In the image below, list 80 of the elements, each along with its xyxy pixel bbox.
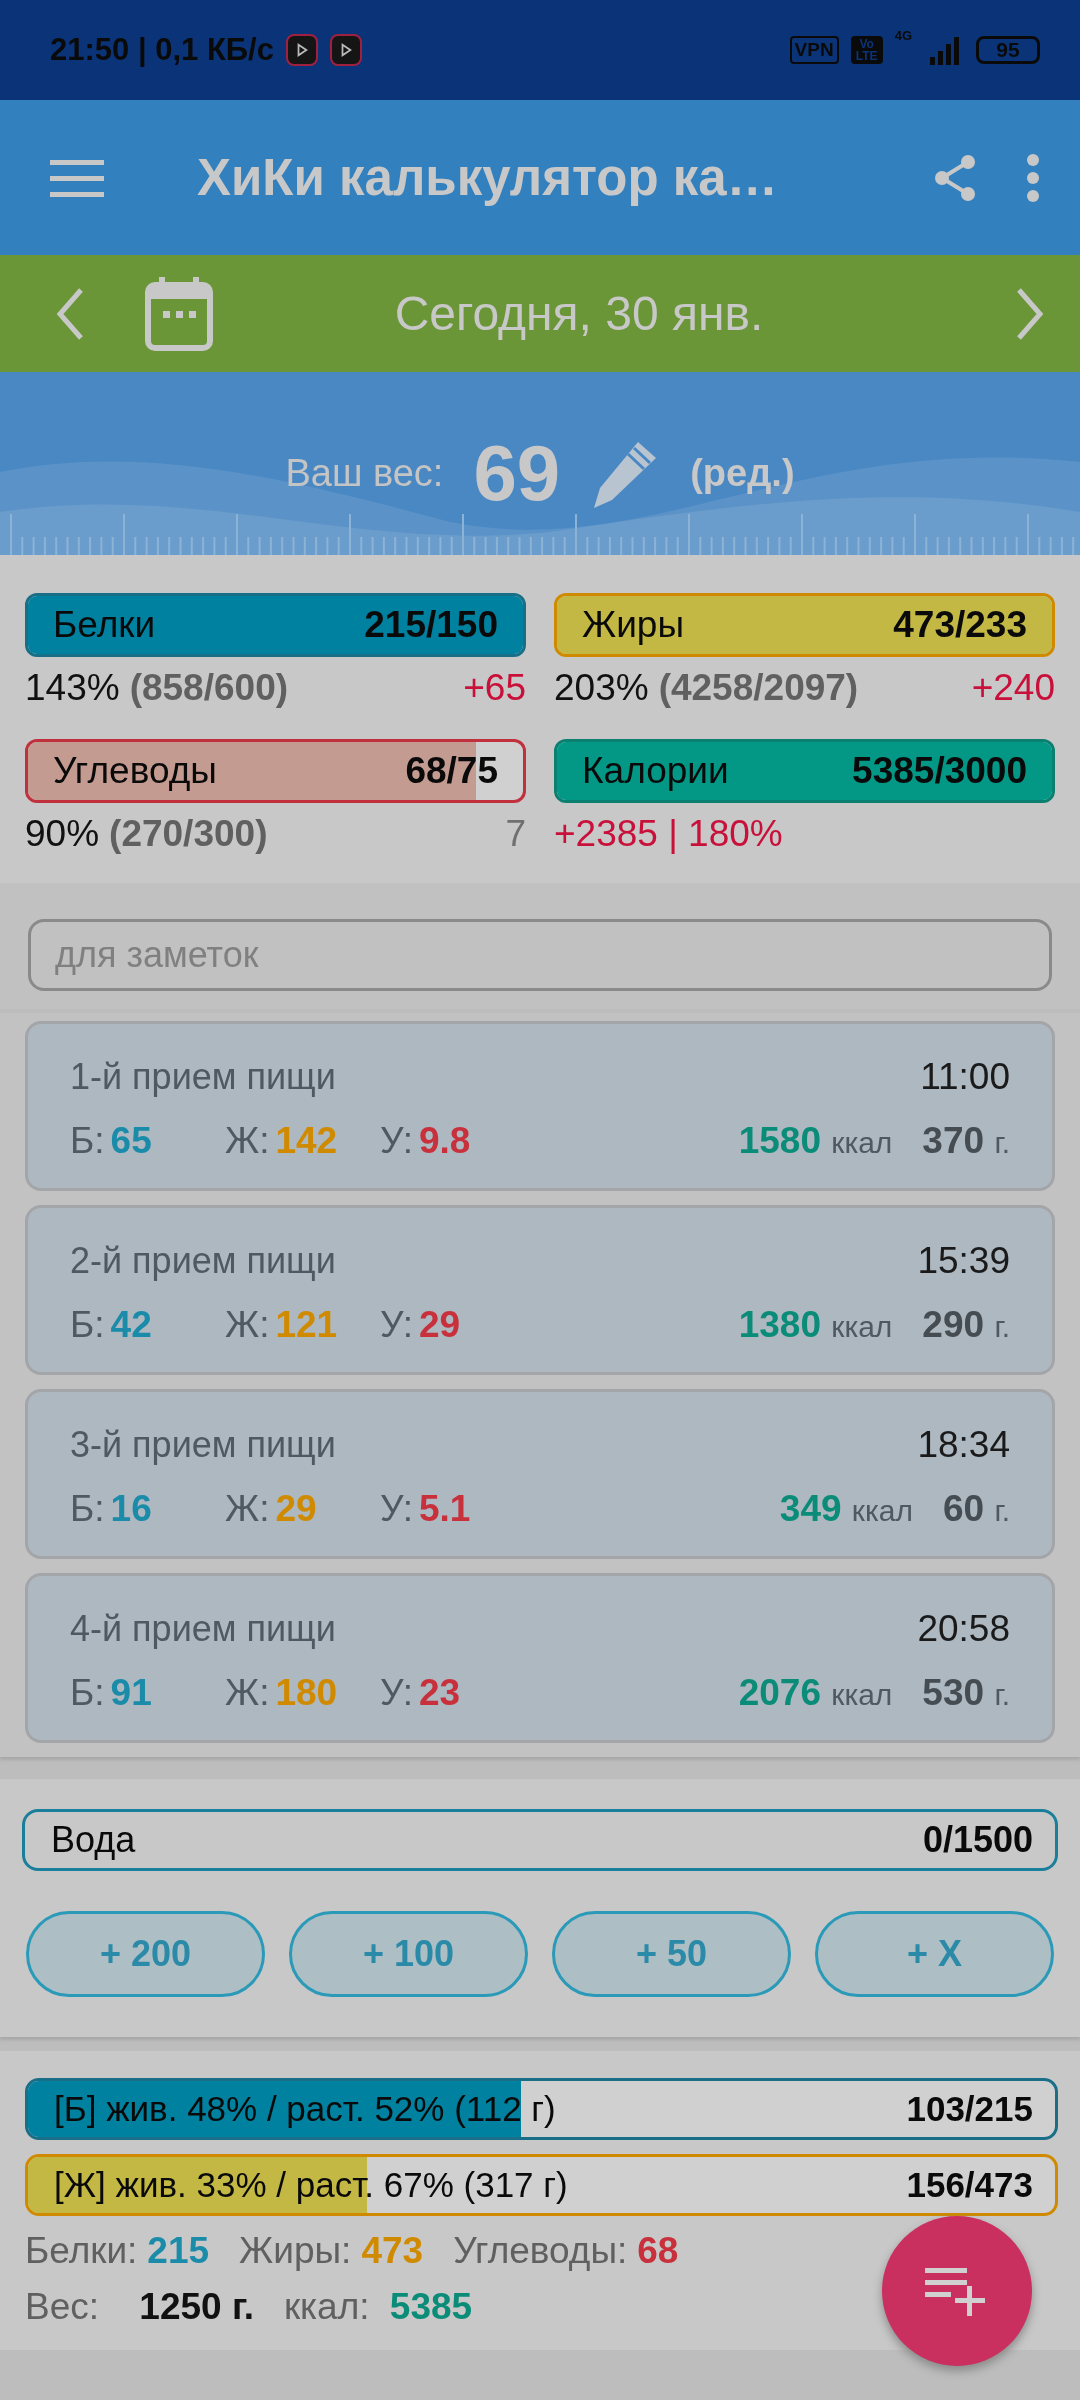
status-time: 21:50 | 0,1 КБ/с: [50, 32, 274, 68]
meal-name: 1-й прием пищи: [70, 1056, 336, 1098]
meal-macro: Б: 65: [70, 1120, 153, 1162]
meal-macro: Б: 42: [70, 1304, 153, 1346]
macro-detail: (858/600): [129, 667, 290, 709]
share-icon[interactable]: [932, 153, 978, 202]
macro-delta: 7: [505, 813, 526, 855]
notes-field[interactable]: для заметок: [28, 919, 1052, 991]
total-item: Вес: 1250 г.: [25, 2286, 254, 2328]
meal-weight: 530 г.: [922, 1672, 1010, 1714]
meal-macro: У: 9.8: [380, 1120, 472, 1162]
play-icon: [329, 34, 362, 66]
more-icon[interactable]: [1026, 153, 1040, 202]
battery-indicator: 95: [976, 36, 1040, 64]
weight-value: 69: [473, 428, 561, 519]
macro-delta: +240: [971, 667, 1055, 709]
calendar-icon[interactable]: [145, 276, 213, 351]
macro-name: Углеводы: [53, 750, 217, 792]
macro-detail: (4258/2097): [658, 667, 860, 709]
meal-weight: 370 г.: [922, 1120, 1010, 1162]
meal-macro: У: 23: [380, 1672, 462, 1714]
water-value: 0/1500: [922, 1819, 1033, 1861]
meal-calories: 1580 ккал: [738, 1120, 893, 1162]
meal-card[interactable]: 4-й прием пищи 20:58 Б: 91 Ж: 180 У: 23 2076 ккал 530 г.: [25, 1573, 1055, 1743]
source-value: 156/473: [906, 2165, 1033, 2205]
macro-name: Жиры: [582, 604, 684, 646]
source-value: 103/215: [906, 2089, 1033, 2129]
add-water-button[interactable]: + 50: [552, 1911, 791, 1997]
macro-value: 68/75: [405, 750, 498, 792]
weight-label: Ваш вес:: [285, 452, 444, 495]
meal-time: 20:58: [917, 1608, 1010, 1650]
add-water-button[interactable]: + 100: [289, 1911, 528, 1997]
source-text: [Б] жив. 48% / раст. 52% (112 г): [54, 2089, 556, 2129]
meal-card[interactable]: 2-й прием пищи 15:39 Б: 42 Ж: 121 У: 29 1380 ккал 290 г.: [25, 1205, 1055, 1375]
macro-percent: 90%: [25, 813, 100, 855]
macro-name: Белки: [53, 604, 156, 646]
total-item: Жиры: 473: [239, 2230, 424, 2272]
macro-percent: 143%: [25, 667, 120, 709]
meal-macro: Ж: 29: [225, 1488, 318, 1530]
meal-calories: 2076 ккал: [738, 1672, 893, 1714]
meal-macro: Ж: 121: [225, 1304, 339, 1346]
meal-macro: Ж: 180: [225, 1672, 339, 1714]
play-icon: [285, 34, 318, 66]
add-water-button[interactable]: + 200: [26, 1911, 265, 1997]
water-label: Вода: [51, 1819, 136, 1861]
total-item: Белки: 215: [25, 2230, 210, 2272]
macro-value: 215/150: [364, 604, 498, 646]
total-item: ккал: 5385: [283, 2286, 473, 2328]
volte-badge: Vo LTE: [850, 36, 883, 64]
meal-card[interactable]: 3-й прием пищи 18:34 Б: 16 Ж: 29 У: 5.1 349 ккал 60 г.: [25, 1389, 1055, 1559]
edit-link[interactable]: (ред.): [690, 452, 795, 495]
meal-calories: 1380 ккал: [738, 1304, 893, 1346]
macro-value: 5385/3000: [852, 750, 1027, 792]
meal-weight: 60 г.: [942, 1488, 1010, 1530]
meal-macro: Б: 16: [70, 1488, 153, 1530]
meal-macro: Б: 91: [70, 1672, 153, 1714]
meal-card[interactable]: 1-й прием пищи 11:00 Б: 65 Ж: 142 У: 9.8 1580 ккал 370 г.: [25, 1021, 1055, 1191]
meal-macro: У: 29: [380, 1304, 462, 1346]
meal-time: 18:34: [917, 1424, 1010, 1466]
add-water-button[interactable]: + X: [815, 1911, 1054, 1997]
meal-time: 11:00: [920, 1056, 1010, 1098]
meal-macro: Ж: 142: [225, 1120, 339, 1162]
meal-time: 15:39: [917, 1240, 1010, 1282]
total-item: Углеводы: 68: [453, 2230, 679, 2272]
meal-calories: 349 ккал: [779, 1488, 913, 1530]
meal-name: 2-й прием пищи: [70, 1240, 336, 1282]
meal-weight: 290 г.: [922, 1304, 1010, 1346]
menu-icon[interactable]: [50, 157, 104, 198]
meal-name: 3-й прием пищи: [70, 1424, 336, 1466]
app-title: ХиКи калькулятор ка…: [196, 148, 779, 207]
macro-percent: 203%: [554, 667, 649, 709]
macro-detail: (270/300): [109, 813, 269, 855]
macro-delta: +65: [463, 667, 526, 709]
macro-value: 473/233: [893, 604, 1027, 646]
calorie-excess: +2385 | 180%: [554, 813, 783, 855]
macro-name: Калории: [582, 750, 729, 792]
network-type: 4G: [894, 28, 912, 43]
meal-name: 4-й прием пищи: [70, 1608, 336, 1650]
meal-macro: У: 5.1: [380, 1488, 472, 1530]
vpn-badge: VPN: [789, 36, 839, 64]
